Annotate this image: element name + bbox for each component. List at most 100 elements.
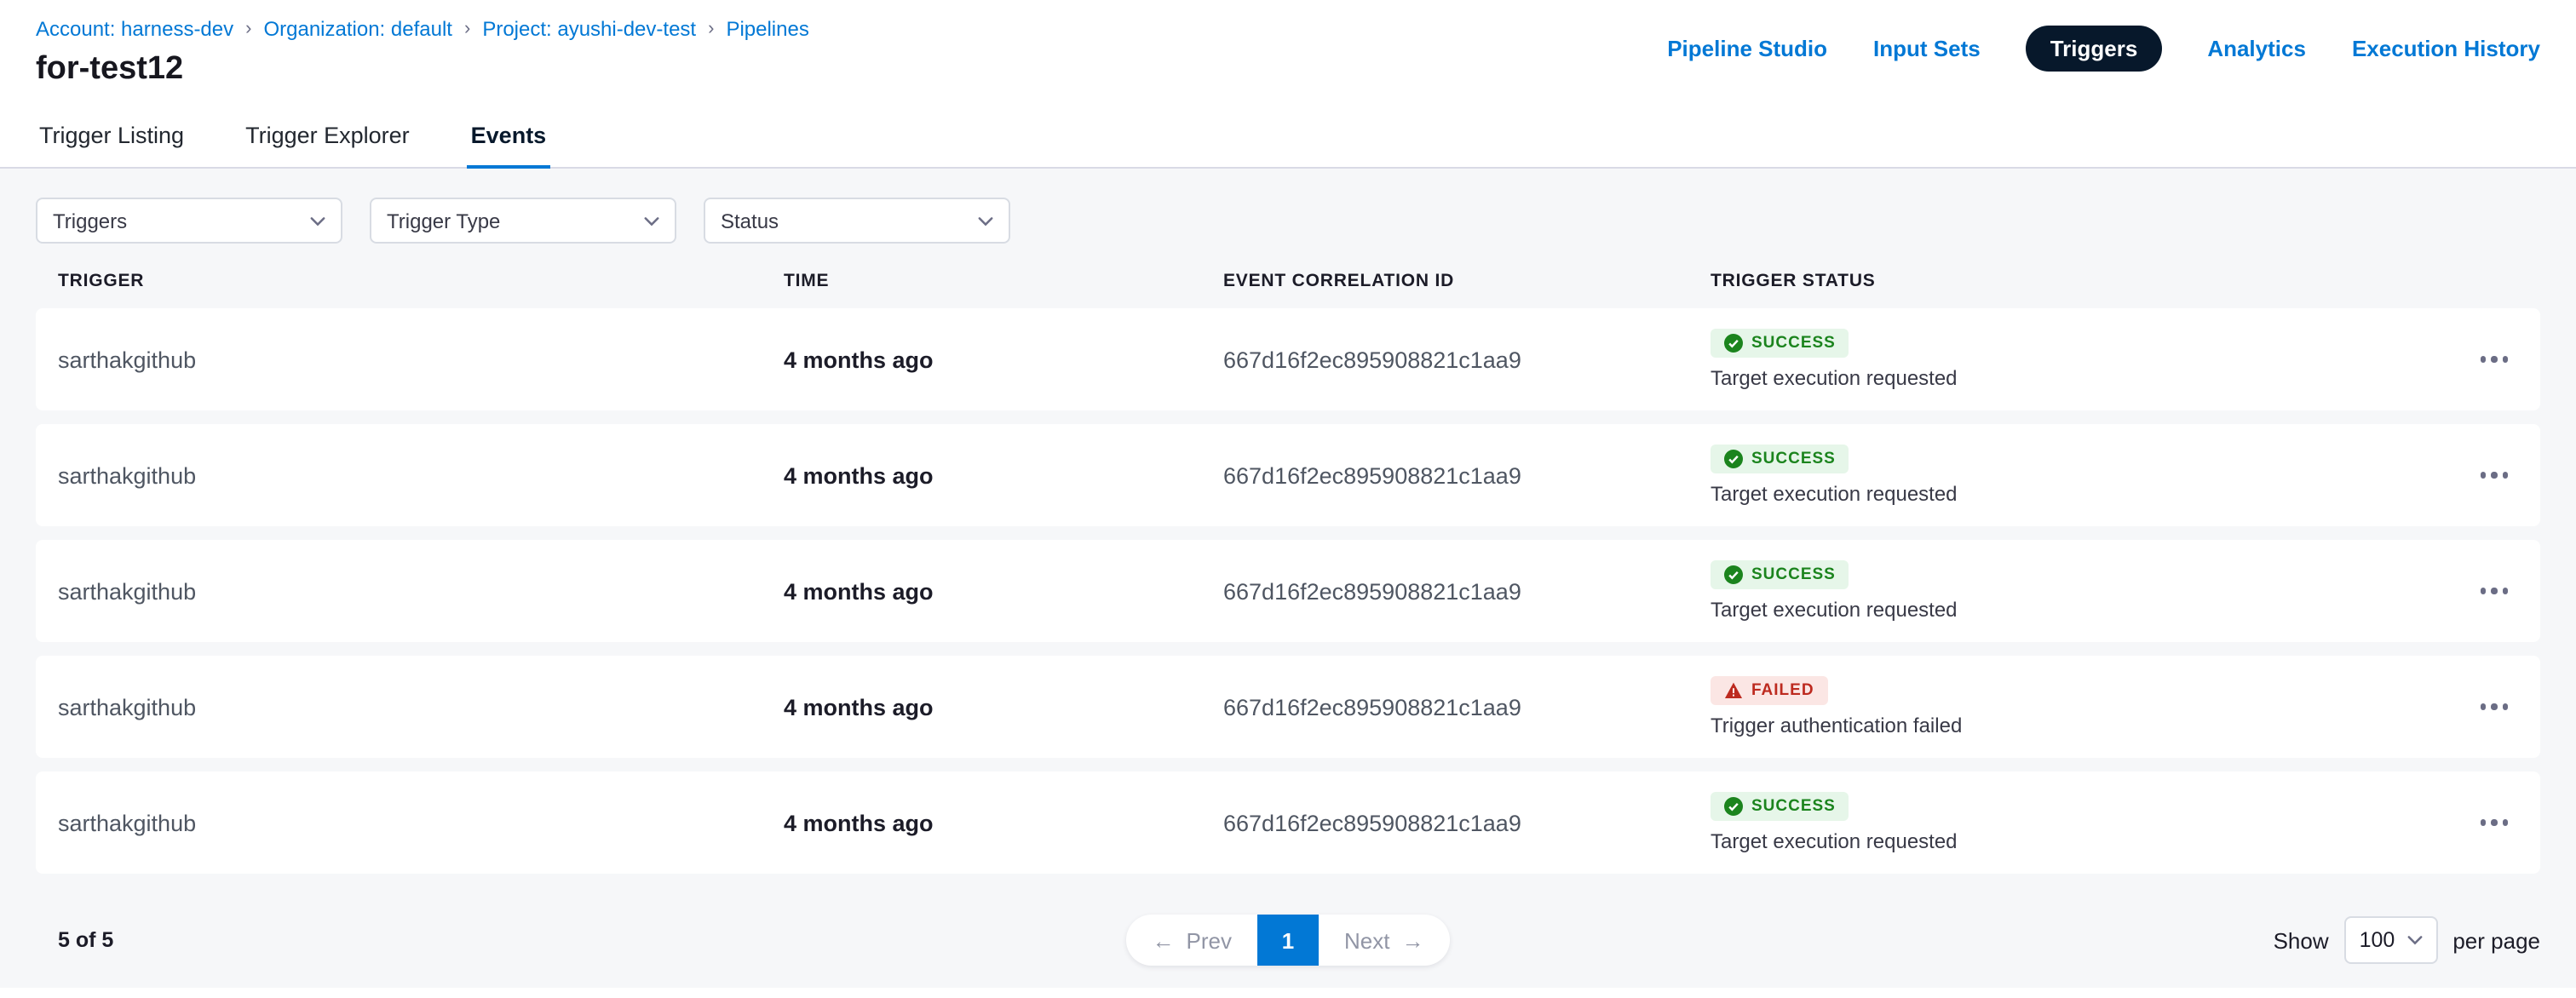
breadcrumb-project[interactable]: Project: ayushi-dev-test [482,17,696,41]
tab-trigger-explorer[interactable]: Trigger Explorer [242,106,413,167]
trigger-type-filter-dropdown[interactable]: Trigger Type [370,198,676,244]
tab-events[interactable]: Events [468,106,550,167]
status-label: SUCCESS [1751,334,1836,353]
event-time: 4 months ago [784,694,1223,720]
trigger-name: sarthakgithub [58,347,784,372]
table-header-row: TRIGGER TIME EVENT CORRELATION ID TRIGGE… [36,271,2540,291]
check-circle-icon [1724,450,1743,468]
per-page-label: per page [2452,927,2540,953]
table-footer: 5 of 5 ← Prev 1 Next → Show 100 [36,915,2540,966]
pagination: ← Prev 1 Next → [1127,915,1450,966]
next-page-button[interactable]: Next → [1319,915,1449,966]
column-header-time: TIME [784,271,1223,291]
table-row: sarthakgithub 4 months ago 667d16f2ec895… [36,540,2540,642]
breadcrumb-pipelines[interactable]: Pipelines [726,17,808,41]
event-time: 4 months ago [784,578,1223,604]
chevron-right-icon: › [708,20,714,38]
trigger-name: sarthakgithub [58,694,784,720]
table-row: sarthakgithub 4 months ago 667d16f2ec895… [36,424,2540,526]
triggers-filter-dropdown[interactable]: Triggers [36,198,342,244]
status-badge: FAILED [1711,676,1828,705]
event-time: 4 months ago [784,347,1223,372]
arrow-left-icon: ← [1153,927,1175,953]
status-badge: SUCCESS [1711,792,1849,821]
nav-analytics[interactable]: Analytics [2207,36,2306,61]
event-correlation-id: 667d16f2ec895908821c1aa9 [1223,347,1711,372]
event-correlation-id: 667d16f2ec895908821c1aa9 [1223,578,1711,604]
prev-label: Prev [1187,927,1232,953]
page-size-control: Show 100 per page [1449,916,2540,964]
status-badge: SUCCESS [1711,329,1849,358]
pipeline-nav: Pipeline Studio Input Sets Triggers Anal… [1667,26,2540,72]
page-header: Account: harness-dev › Organization: def… [0,0,2576,89]
trigger-status-cell: SUCCESS Target execution requested [1711,329,2423,390]
status-label: SUCCESS [1751,797,1836,816]
prev-page-button[interactable]: ← Prev [1127,915,1257,966]
trigger-status-cell: SUCCESS Target execution requested [1711,560,2423,622]
trigger-status-cell: FAILED Trigger authentication failed [1711,676,2423,737]
events-content: Triggers Trigger Type Status TRIGGER TI [0,169,2576,988]
row-menu-button[interactable] [2470,806,2518,840]
status-filter-dropdown[interactable]: Status [704,198,1010,244]
trigger-status-cell: SUCCESS Target execution requested [1711,445,2423,506]
triggers-events-page: Account: harness-dev › Organization: def… [0,0,2576,998]
chevron-down-icon [644,215,659,226]
chevron-down-icon [978,215,993,226]
chevron-right-icon: › [245,20,251,38]
nav-triggers[interactable]: Triggers [2027,26,2162,72]
page-number-button[interactable]: 1 [1257,915,1319,966]
trigger-name: sarthakgithub [58,578,784,604]
filters-bar: Triggers Trigger Type Status [36,198,2540,244]
row-menu-button[interactable] [2470,575,2518,608]
check-circle-icon [1724,565,1743,584]
status-detail: Target execution requested [1711,598,1958,622]
status-detail: Target execution requested [1711,366,1958,390]
trigger-type-filter-label: Trigger Type [387,209,500,232]
next-label: Next [1344,927,1389,953]
chevron-down-icon [2406,935,2422,945]
row-menu-button[interactable] [2470,459,2518,492]
breadcrumb-account[interactable]: Account: harness-dev [36,17,233,41]
chevron-down-icon [310,215,325,226]
check-circle-icon [1724,334,1743,353]
trigger-name: sarthakgithub [58,462,784,488]
status-label: SUCCESS [1751,565,1836,584]
nav-pipeline-studio[interactable]: Pipeline Studio [1667,36,1827,61]
event-time: 4 months ago [784,462,1223,488]
status-label: FAILED [1751,681,1814,700]
column-header-trigger: TRIGGER [58,271,784,291]
event-correlation-id: 667d16f2ec895908821c1aa9 [1223,694,1711,720]
trigger-status-cell: SUCCESS Target execution requested [1711,792,2423,853]
nav-execution-history[interactable]: Execution History [2352,36,2540,61]
column-header-trigger-status: TRIGGER STATUS [1711,271,2423,291]
events-table: sarthakgithub 4 months ago 667d16f2ec895… [36,308,2540,874]
check-circle-icon [1724,797,1743,816]
status-detail: Target execution requested [1711,829,1958,853]
status-badge: SUCCESS [1711,560,1849,589]
arrow-right-icon: → [1401,927,1423,953]
row-count: 5 of 5 [36,928,1127,952]
nav-input-sets[interactable]: Input Sets [1873,36,1981,61]
tab-bar: Trigger Listing Trigger Explorer Events [0,106,2576,169]
status-filter-label: Status [721,209,779,232]
trigger-name: sarthakgithub [58,810,784,835]
page-size-value: 100 [2360,928,2395,952]
page-size-dropdown[interactable]: 100 [2344,916,2438,964]
triggers-filter-label: Triggers [53,209,127,232]
row-menu-button[interactable] [2470,691,2518,724]
event-correlation-id: 667d16f2ec895908821c1aa9 [1223,462,1711,488]
column-header-event-correlation-id: EVENT CORRELATION ID [1223,271,1711,291]
chevron-right-icon: › [464,20,470,38]
warning-triangle-icon [1724,681,1743,700]
breadcrumb-organization[interactable]: Organization: default [263,17,452,41]
show-label: Show [2274,927,2329,953]
status-badge: SUCCESS [1711,445,1849,473]
event-correlation-id: 667d16f2ec895908821c1aa9 [1223,810,1711,835]
tab-trigger-listing[interactable]: Trigger Listing [36,106,187,167]
event-time: 4 months ago [784,810,1223,835]
status-detail: Trigger authentication failed [1711,714,1962,737]
table-row: sarthakgithub 4 months ago 667d16f2ec895… [36,656,2540,758]
table-row: sarthakgithub 4 months ago 667d16f2ec895… [36,308,2540,410]
row-menu-button[interactable] [2470,343,2518,376]
table-row: sarthakgithub 4 months ago 667d16f2ec895… [36,771,2540,874]
